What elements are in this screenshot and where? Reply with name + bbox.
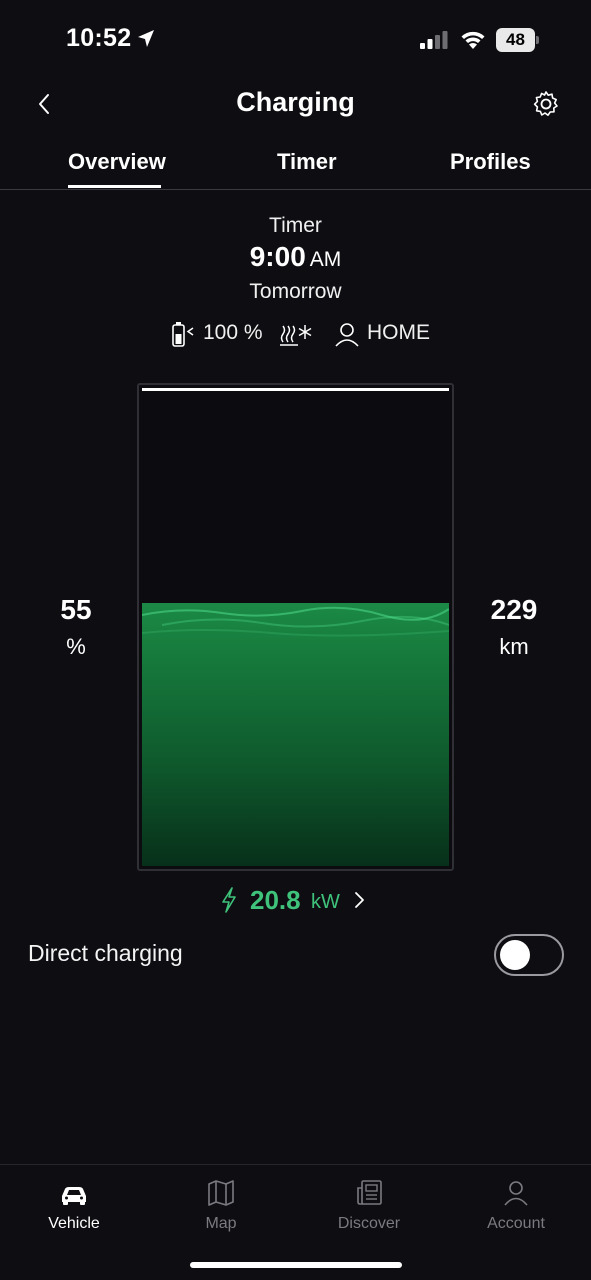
charging-power-unit: kW — [311, 891, 340, 913]
gear-icon[interactable] — [532, 90, 560, 118]
news-icon — [357, 1180, 382, 1205]
climate-icon — [280, 325, 312, 346]
gauge-wave-highlight — [142, 606, 449, 637]
active-tab-indicator — [68, 185, 161, 188]
nav-label-map: Map — [205, 1215, 237, 1232]
soc-unit: % — [66, 634, 86, 659]
charging-location: HOME — [367, 321, 430, 344]
map-icon — [208, 1180, 234, 1206]
soc-value: 55 — [60, 594, 92, 625]
battery-level: 48 — [496, 28, 535, 52]
range-unit: km — [499, 634, 529, 659]
wifi-icon — [461, 31, 485, 49]
timer-time[interactable]: 9:00 AM — [0, 241, 591, 273]
location-arrow-icon — [138, 30, 154, 47]
timer-details-row: 100 % HOME — [0, 318, 591, 350]
toggle-knob — [500, 940, 530, 970]
tab-overview[interactable]: Overview — [68, 149, 166, 175]
car-icon — [62, 1187, 86, 1205]
home-indicator[interactable] — [190, 1262, 402, 1268]
status-time: 10:52 — [66, 24, 132, 52]
lightning-bolt-icon — [222, 887, 236, 913]
timer-day: Tomorrow — [249, 280, 342, 303]
profile-icon — [335, 323, 359, 347]
tab-profiles[interactable]: Profiles — [450, 149, 531, 175]
gauge-fill — [142, 603, 449, 866]
page-title: Charging — [236, 87, 355, 117]
charging-power-row[interactable]: 20.8 kW — [0, 882, 591, 918]
gauge-target-line — [142, 388, 449, 391]
nav-item-map[interactable]: Map — [161, 1179, 281, 1233]
nav-label-vehicle: Vehicle — [48, 1215, 100, 1232]
person-icon — [504, 1181, 528, 1206]
battery-icon: 48 — [496, 28, 540, 52]
direct-charging-toggle[interactable] — [494, 934, 564, 976]
header: Charging — [0, 80, 591, 130]
nav-label-discover: Discover — [337, 1215, 401, 1232]
target-soc: 100 % — [203, 321, 263, 344]
timer-label: Timer — [269, 214, 322, 237]
nav-item-account[interactable]: Account — [456, 1179, 576, 1233]
status-bar: 10:52 48 — [0, 0, 591, 80]
charging-screen: 10:52 48 Charging Overview Timer Profile… — [0, 0, 591, 1280]
timer-ampm: AM — [309, 248, 342, 271]
nav-item-discover[interactable]: Discover — [309, 1179, 429, 1233]
charging-power-value: 20.8 — [250, 885, 301, 915]
range-value: 229 — [490, 594, 538, 625]
timer-time-value: 9:00 — [249, 241, 306, 272]
nav-item-vehicle[interactable]: Vehicle — [14, 1179, 134, 1233]
chevron-right-icon — [355, 892, 364, 908]
tab-bar: Overview Timer Profiles — [0, 140, 591, 190]
battery-gauge — [137, 383, 454, 871]
battery-charge-target-icon — [172, 322, 194, 347]
tab-timer[interactable]: Timer — [277, 149, 337, 175]
direct-charging-label: Direct charging — [28, 940, 183, 966]
nav-label-account: Account — [487, 1215, 545, 1232]
cellular-signal-icon — [420, 31, 448, 49]
